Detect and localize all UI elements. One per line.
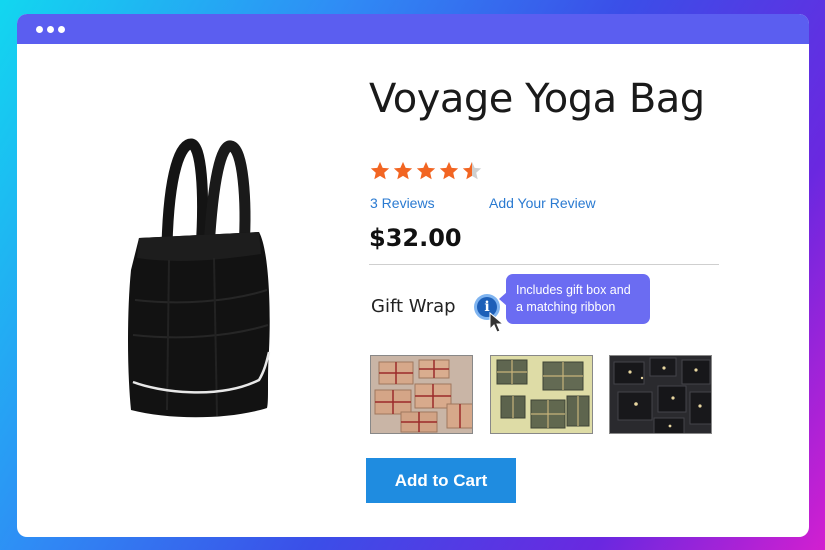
product-title: Voyage Yoga Bag — [369, 76, 705, 122]
browser-window: Voyage Yoga Bag 3 Reviews Add Your Revie… — [17, 14, 809, 537]
kraft-gift-box-image — [371, 356, 472, 433]
window-dot-icon — [58, 26, 65, 33]
gift-box-option-black[interactable] — [609, 355, 712, 434]
window-dot-icon — [47, 26, 54, 33]
star-full-icon — [416, 161, 436, 180]
mouse-pointer-icon — [489, 312, 505, 333]
reviews-link[interactable]: 3 Reviews — [370, 195, 435, 211]
star-half-icon — [462, 161, 482, 180]
window-dot-icon — [36, 26, 43, 33]
add-to-cart-button[interactable]: Add to Cart — [366, 458, 516, 503]
window-titlebar — [17, 14, 809, 44]
gift-wrap-label: Gift Wrap — [371, 296, 456, 317]
gift-box-option-olive[interactable] — [490, 355, 593, 434]
olive-gift-box-image — [491, 356, 592, 433]
product-price: $32.00 — [369, 224, 462, 252]
star-full-icon — [393, 161, 413, 180]
tooltip-line: Includes gift box and — [516, 283, 631, 297]
gift-wrap-tooltip: Includes gift box and a matching ribbon — [499, 274, 650, 324]
gift-box-option-kraft[interactable] — [370, 355, 473, 434]
product-image — [128, 138, 271, 418]
star-full-icon — [439, 161, 459, 180]
black-gift-box-image — [610, 356, 711, 433]
star-full-icon — [370, 161, 390, 180]
add-review-link[interactable]: Add Your Review — [489, 195, 596, 211]
tooltip-line: a matching ribbon — [516, 300, 616, 314]
rating-stars — [369, 160, 483, 182]
divider — [369, 264, 719, 265]
